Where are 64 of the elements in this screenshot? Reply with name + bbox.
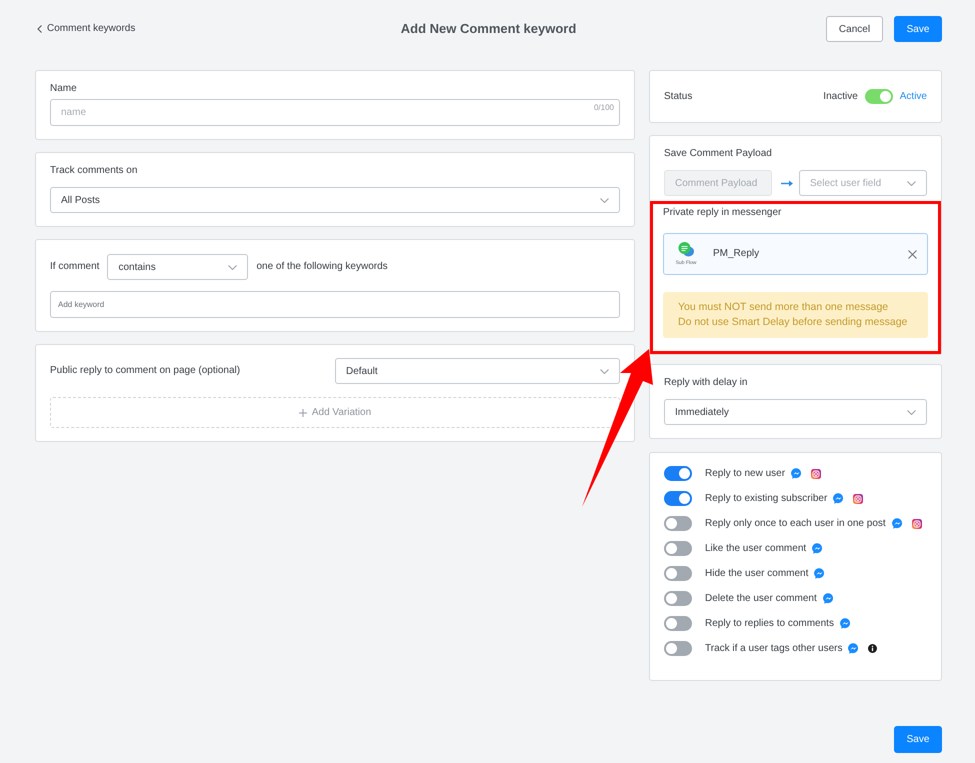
- warning-text: Do not use Smart Delay before sending message: [678, 315, 908, 330]
- field-label: Reply with delay in: [664, 377, 748, 389]
- character-counter: 0/100: [594, 103, 614, 112]
- chevron-down-icon: [600, 368, 609, 374]
- toggle-switch[interactable]: [664, 491, 692, 506]
- option-label: Delete the user comment: [705, 592, 817, 604]
- info-icon: [868, 644, 878, 653]
- inactive-label: Inactive: [823, 90, 858, 102]
- posts-select[interactable]: All Posts: [50, 187, 620, 213]
- keyword-input[interactable]: Add keyword: [50, 291, 620, 318]
- chevron-down-icon: [907, 180, 916, 186]
- field-label: Save Comment Payload: [664, 148, 773, 160]
- messenger-icon: [822, 593, 834, 604]
- instagram-icon: [811, 468, 822, 478]
- option-label: Reply to replies to comments: [705, 618, 834, 630]
- plus-icon: [298, 408, 307, 416]
- toggle-switch[interactable]: [664, 466, 692, 481]
- messenger-icon: [833, 493, 844, 504]
- chevron-down-icon: [907, 410, 916, 414]
- instagram-icon: [912, 518, 922, 528]
- messenger-icon: [791, 468, 802, 479]
- messenger-icon: [848, 643, 860, 654]
- instagram-icon: [853, 494, 864, 504]
- flow-name: PM_Reply: [713, 248, 760, 260]
- messenger-icon: [840, 618, 851, 629]
- section-label: Private reply in messenger: [663, 207, 782, 219]
- chevron-down-icon: [600, 198, 609, 202]
- option-label: Track if a user tags other users: [705, 642, 842, 654]
- page-title: Add New Comment keyword: [400, 21, 576, 37]
- chevron-down-icon: [228, 264, 238, 270]
- option-label: Hide the user comment: [705, 568, 808, 580]
- field-label: Name: [50, 83, 78, 95]
- status-toggle[interactable]: [864, 89, 893, 104]
- status-label: Status: [664, 90, 692, 102]
- field-label: Track comments on: [50, 165, 138, 177]
- delay-select[interactable]: Immediately: [664, 399, 927, 425]
- chat-bubbles-icon: [678, 242, 694, 257]
- messenger-icon: [814, 568, 826, 579]
- toggle-switch[interactable]: [664, 591, 692, 606]
- close-icon[interactable]: [908, 250, 917, 258]
- cancel-button[interactable]: Cancel: [826, 16, 883, 42]
- option-label: Reply only once to each user in one post: [705, 518, 886, 530]
- arrow-right-icon: [781, 180, 793, 186]
- field-label: Public reply to comment on page (optional): [50, 365, 240, 377]
- messenger-icon: [892, 518, 903, 529]
- active-label: Active: [900, 90, 927, 102]
- option-label: Like the user comment: [705, 542, 806, 554]
- toggle-switch[interactable]: [664, 516, 692, 531]
- save-button[interactable]: Save: [894, 16, 942, 42]
- match-select[interactable]: contains: [107, 254, 248, 280]
- option-label: Reply to new user: [705, 468, 786, 480]
- condition-label: If comment: [50, 261, 100, 273]
- toggle-switch[interactable]: [664, 541, 692, 556]
- option-label: Reply to existing subscriber: [705, 492, 828, 504]
- condition-label: one of the following keywords: [256, 261, 388, 273]
- toggle-switch[interactable]: [664, 566, 692, 581]
- toggle-switch[interactable]: [664, 641, 692, 656]
- back-link[interactable]: Comment keywords: [37, 22, 136, 34]
- chevron-left-icon: [37, 24, 42, 32]
- reply-select[interactable]: Default: [335, 358, 620, 384]
- toggle-switch[interactable]: [664, 616, 692, 631]
- messenger-icon: [812, 543, 824, 554]
- warning-text: You must NOT send more than one message: [678, 300, 888, 315]
- save-button[interactable]: Save: [894, 726, 942, 753]
